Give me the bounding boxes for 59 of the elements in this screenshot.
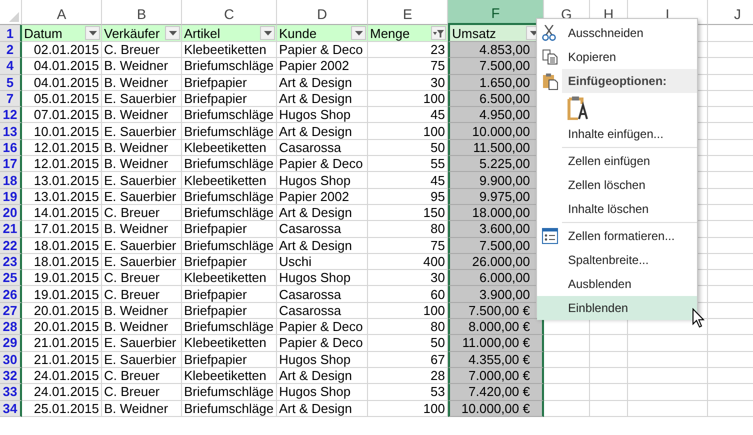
header-text: Verkäufer	[104, 26, 160, 40]
dropdown-button[interactable]	[260, 26, 275, 40]
caret-icon	[168, 30, 176, 36]
scissors-icon	[542, 25, 556, 41]
table-cell: 11.000,00 €	[448, 335, 544, 352]
row-header[interactable]: 21	[0, 221, 22, 238]
row-header[interactable]: 2	[0, 42, 22, 58]
row-header[interactable]: 18	[0, 172, 22, 189]
row-header[interactable]: 16	[0, 140, 22, 156]
dropdown-button[interactable]	[85, 26, 100, 40]
table-cell: B. Weidner	[102, 400, 182, 417]
filter-button[interactable]	[431, 26, 446, 40]
table-cell: 8.000,00 €	[448, 319, 544, 336]
dropdown-button[interactable]	[165, 26, 180, 40]
header-text: Kunde	[279, 26, 317, 40]
row-header[interactable]: 25	[0, 270, 22, 286]
table-cell: 10.000,00 €	[448, 400, 544, 417]
format-cells-icon	[542, 228, 558, 244]
caret-icon	[88, 30, 96, 36]
caret-icon	[354, 30, 362, 36]
row-header[interactable]: 12	[0, 107, 22, 124]
table-cell: 25.01.2015	[22, 400, 102, 417]
paste-option-button[interactable]	[567, 94, 591, 120]
filter-icon	[433, 28, 444, 38]
row-header[interactable]: 28	[0, 319, 22, 336]
header-text: Menge	[370, 26, 410, 40]
table-cell: Art & Design	[277, 400, 368, 417]
table-cell: 7.420,00 €	[448, 384, 544, 401]
row-header[interactable]: 1	[0, 25, 22, 42]
menu-section-label: Einfügeoptionen:	[562, 69, 697, 93]
row-header[interactable]: 23	[0, 254, 22, 270]
table-cell: 4.355,00 €	[448, 352, 544, 368]
row-header[interactable]: 20	[0, 204, 22, 222]
row-header[interactable]: 22	[0, 238, 22, 254]
menu-item[interactable]: Einblenden	[537, 296, 697, 320]
row-header[interactable]: 19	[0, 188, 22, 205]
header-text: Artikel	[184, 26, 220, 40]
row-header[interactable]: 27	[0, 302, 22, 320]
dropdown-button[interactable]	[351, 26, 366, 40]
row-header[interactable]: 34	[0, 400, 22, 417]
table-cell: Briefumschläge	[182, 400, 277, 417]
row-header[interactable]: 26	[0, 286, 22, 303]
row-header[interactable]: 5	[0, 74, 22, 91]
row-header[interactable]: 13	[0, 123, 22, 140]
clipboard-icon	[542, 73, 558, 90]
row-header[interactable]: 17	[0, 156, 22, 172]
header-text: Umsatz	[452, 26, 496, 40]
row-header[interactable]: 4	[0, 58, 22, 75]
table-cell: 7.000,00 €	[448, 368, 544, 384]
row-header[interactable]: 29	[0, 335, 22, 352]
column-header[interactable]: F	[448, 0, 544, 25]
caret-icon	[264, 30, 272, 36]
row-header[interactable]: 30	[0, 352, 22, 368]
copy-icon	[542, 49, 558, 65]
row-header[interactable]: 32	[0, 368, 22, 384]
row-header[interactable]: 33	[0, 384, 22, 401]
clipboard-text-icon	[567, 96, 589, 120]
row-header[interactable]: 7	[0, 90, 22, 108]
header-text: Datum	[24, 26, 62, 40]
